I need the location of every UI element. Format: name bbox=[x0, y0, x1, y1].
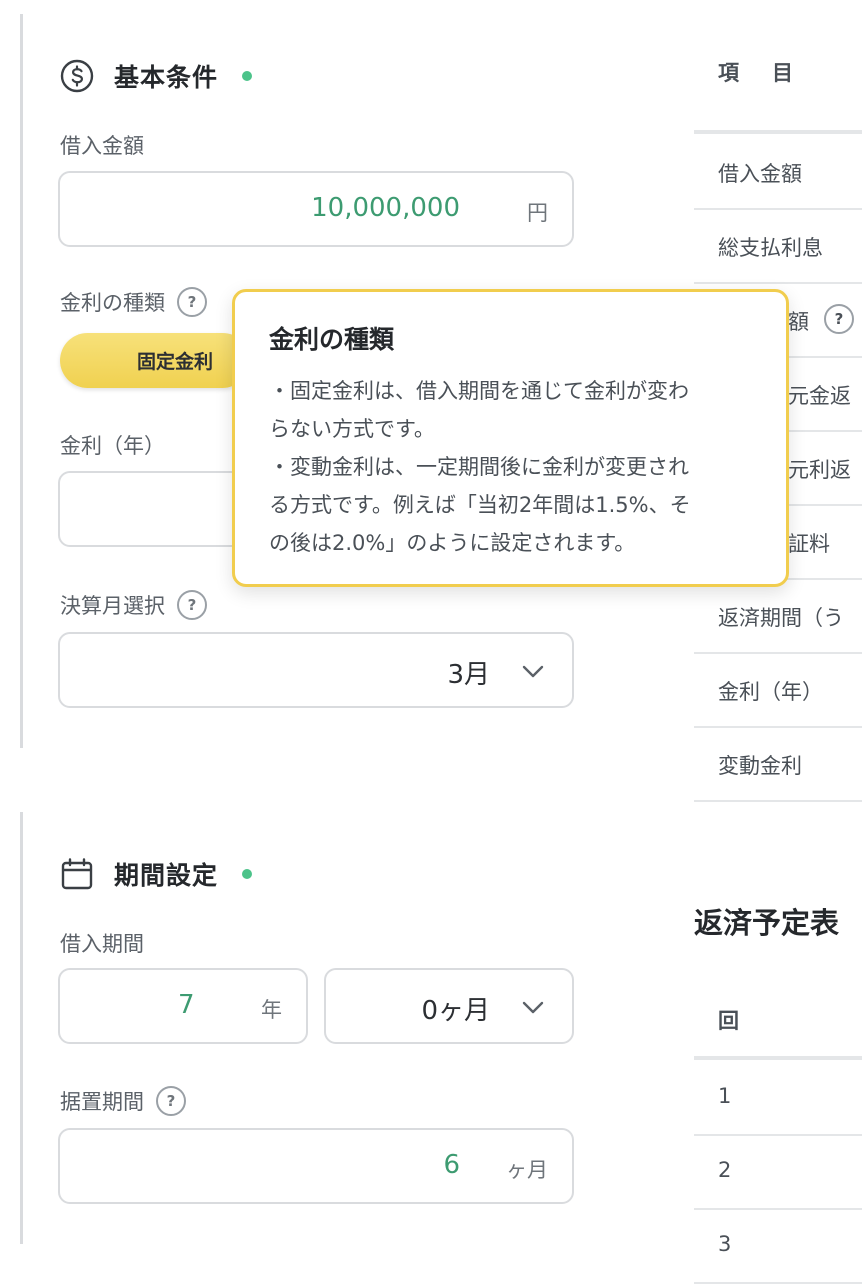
period-section-title: 期間設定 bbox=[114, 861, 219, 890]
table-cell: 金利（年） bbox=[718, 680, 823, 704]
rate-label: 金利（年） bbox=[60, 430, 165, 460]
table-row: 1 bbox=[694, 1060, 862, 1136]
table-cell: 借入金額 bbox=[718, 162, 802, 186]
table-cell: 変動金利 bbox=[718, 754, 802, 778]
loan-amount-unit: 円 bbox=[527, 201, 548, 225]
dollar-icon bbox=[60, 59, 94, 93]
table-cell: 返済期間（う bbox=[718, 606, 844, 630]
table-row: 借入金額 bbox=[694, 134, 862, 210]
tooltip-line: ・変動金利は、一定期間後に金利が変更され bbox=[269, 455, 689, 479]
table-cell: 額 bbox=[788, 310, 809, 334]
loan-period-label-text: 借入期間 bbox=[60, 932, 144, 956]
grace-period-value: 6 bbox=[443, 1150, 460, 1180]
loan-amount-label-text: 借入金額 bbox=[60, 134, 144, 158]
grace-period-label: 据置期間 ? bbox=[60, 1086, 186, 1116]
chevron-down-icon bbox=[522, 665, 544, 678]
table-cell: 3 bbox=[718, 1232, 732, 1256]
closing-month-value: 3月 bbox=[447, 660, 490, 690]
calendar-icon bbox=[60, 857, 94, 891]
table-row: 変動金利 bbox=[694, 728, 862, 802]
table-cell: 元利返 bbox=[788, 458, 851, 482]
grace-period-label-text: 据置期間 bbox=[60, 1090, 144, 1114]
basic-section-title: 基本条件 bbox=[114, 63, 219, 92]
loan-period-label: 借入期間 bbox=[60, 928, 144, 958]
rate-label-text: 金利（年） bbox=[60, 434, 165, 458]
schedule-title: 返済予定表 bbox=[694, 906, 840, 940]
table-row: 総支払利息 bbox=[694, 210, 862, 284]
table-cell: 2 bbox=[718, 1158, 732, 1182]
months-value: 0ヶ月 bbox=[421, 996, 490, 1026]
status-dot bbox=[242, 869, 253, 879]
fixed-rate-toggle[interactable]: 固定金利 bbox=[60, 333, 250, 388]
closing-month-select[interactable]: 3月 bbox=[58, 632, 574, 708]
loan-amount-label: 借入金額 bbox=[60, 130, 144, 160]
section-divider-basic bbox=[20, 14, 23, 748]
table-cell: 総支払利息 bbox=[718, 236, 823, 260]
closing-month-label-text: 決算月選択 bbox=[60, 594, 165, 618]
grace-period-field[interactable]: 6 ヶ月 bbox=[58, 1128, 574, 1204]
table-row: 返済期間（う bbox=[694, 580, 862, 654]
tooltip-line: らない方式です。 bbox=[269, 417, 435, 441]
tooltip-line: ・固定金利は、借入期間を通じて金利が変わ bbox=[269, 379, 689, 403]
rate-type-label-text: 金利の種類 bbox=[60, 291, 165, 315]
summary-help-icon[interactable]: ? bbox=[824, 304, 854, 334]
loan-amount-field[interactable]: 10,000,000 円 bbox=[58, 171, 574, 247]
rate-type-label: 金利の種類 ? bbox=[60, 287, 207, 317]
tooltip-title: 金利の種類 bbox=[269, 325, 395, 354]
rate-type-help-icon[interactable]: ? bbox=[177, 287, 207, 317]
grace-period-help-icon[interactable]: ? bbox=[156, 1086, 186, 1116]
basic-section-header: 基本条件 bbox=[60, 58, 253, 94]
grace-period-unit: ヶ月 bbox=[506, 1158, 548, 1182]
table-cell: 証料 bbox=[788, 532, 830, 556]
summary-table-header: 項 目 bbox=[718, 61, 799, 85]
status-dot bbox=[242, 71, 253, 81]
rate-type-tooltip: 金利の種類 ・固定金利は、借入期間を通じて金利が変わ らない方式です。 ・変動金… bbox=[232, 289, 789, 587]
years-field[interactable]: 7 年 bbox=[58, 968, 308, 1044]
table-row: 金利（年） bbox=[694, 654, 862, 728]
closing-month-label: 決算月選択 ? bbox=[60, 590, 207, 620]
section-divider-period bbox=[20, 812, 23, 1244]
period-section-header: 期間設定 bbox=[60, 856, 253, 892]
chevron-down-icon bbox=[522, 1001, 544, 1014]
table-row: 2 bbox=[694, 1136, 862, 1210]
schedule-table-header: 回 bbox=[718, 1009, 739, 1033]
months-select[interactable]: 0ヶ月 bbox=[324, 968, 574, 1044]
fixed-rate-toggle-label: 固定金利 bbox=[136, 351, 213, 373]
tooltip-line: の後は2.0%」のように設定されます。 bbox=[269, 531, 636, 555]
table-row: 3 bbox=[694, 1210, 862, 1284]
years-value: 7 bbox=[178, 990, 195, 1020]
table-cell: 元金返 bbox=[788, 384, 851, 408]
loan-amount-value: 10,000,000 bbox=[311, 193, 460, 223]
years-unit: 年 bbox=[261, 998, 282, 1022]
tooltip-line: る方式です。例えば「当初2年間は1.5%、そ bbox=[269, 493, 691, 517]
closing-month-help-icon[interactable]: ? bbox=[177, 590, 207, 620]
table-cell: 1 bbox=[718, 1084, 732, 1108]
